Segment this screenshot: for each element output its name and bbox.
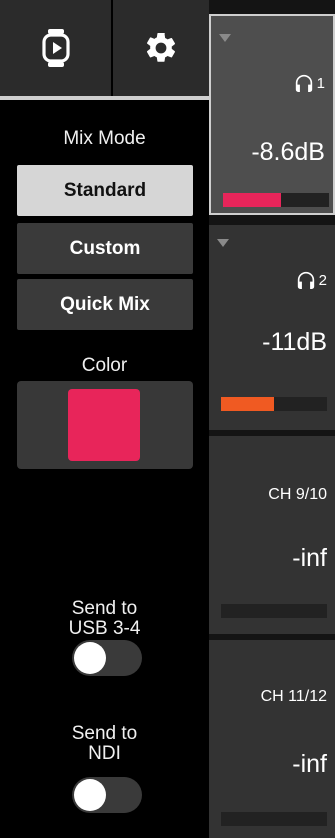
mix-settings-sidebar: Mix Mode Standard Custom Quick Mix Color… bbox=[0, 0, 209, 838]
level-readout: -8.6dB bbox=[251, 138, 325, 166]
level-readout: -inf bbox=[292, 750, 327, 778]
send-ndi-label-line2: NDI bbox=[88, 743, 121, 764]
headphone-label: 1 bbox=[294, 74, 325, 92]
toggle-knob bbox=[74, 779, 106, 811]
level-readout: -inf bbox=[292, 544, 327, 572]
level-meter bbox=[221, 397, 327, 411]
video-device-icon bbox=[41, 29, 70, 67]
send-usb-label: Send to USB 3-4 bbox=[0, 599, 209, 639]
mix-mode-label: Mix Mode bbox=[63, 128, 146, 149]
level-meter bbox=[221, 604, 327, 618]
channel-strip-list: 1 -8.6dB 2 -11dB CH 9/10 -inf CH 11/12 -… bbox=[209, 0, 335, 838]
send-usb-toggle[interactable] bbox=[72, 640, 142, 676]
headphones-icon bbox=[295, 74, 312, 92]
expand-triangle-icon[interactable] bbox=[219, 34, 231, 42]
color-label: Color bbox=[81, 355, 128, 376]
headphones-icon bbox=[297, 271, 314, 289]
mode-custom-button[interactable]: Custom bbox=[17, 223, 193, 274]
gear-icon bbox=[146, 32, 176, 62]
divider-gap bbox=[0, 100, 209, 106]
color-swatch[interactable] bbox=[68, 389, 140, 461]
channel-strip-ch-11-12[interactable]: CH 11/12 -inf bbox=[209, 640, 335, 838]
color-picker[interactable] bbox=[17, 381, 193, 469]
video-device-button[interactable] bbox=[0, 0, 111, 96]
level-meter-fill bbox=[223, 193, 282, 207]
channel-strip-headphone-2[interactable]: 2 -11dB bbox=[209, 225, 335, 430]
mode-standard-button[interactable]: Standard bbox=[17, 165, 193, 216]
toggle-knob bbox=[74, 642, 106, 674]
level-meter bbox=[223, 193, 329, 207]
send-ndi-label-line1: Send to bbox=[71, 723, 138, 744]
headphone-number: 2 bbox=[318, 271, 327, 289]
expand-triangle-icon[interactable] bbox=[217, 239, 229, 247]
headphone-number: 1 bbox=[316, 74, 325, 92]
level-readout: -11dB bbox=[262, 328, 327, 356]
level-meter-fill bbox=[221, 397, 274, 411]
mode-quick-mix-button[interactable]: Quick Mix bbox=[17, 279, 193, 330]
level-meter bbox=[221, 812, 327, 826]
headphone-label: 2 bbox=[296, 271, 327, 289]
send-usb-label-line1: Send to bbox=[71, 598, 138, 619]
channel-name: CH 9/10 bbox=[268, 486, 327, 503]
channel-name: CH 11/12 bbox=[260, 688, 327, 705]
send-ndi-label: Send to NDI bbox=[0, 724, 209, 764]
channel-strip-headphone-1[interactable]: 1 -8.6dB bbox=[209, 14, 335, 215]
channel-strip-ch-9-10[interactable]: CH 9/10 -inf bbox=[209, 436, 335, 634]
settings-button[interactable] bbox=[113, 0, 209, 96]
send-usb-label-line2: USB 3-4 bbox=[68, 618, 141, 639]
send-ndi-toggle[interactable] bbox=[72, 777, 142, 813]
